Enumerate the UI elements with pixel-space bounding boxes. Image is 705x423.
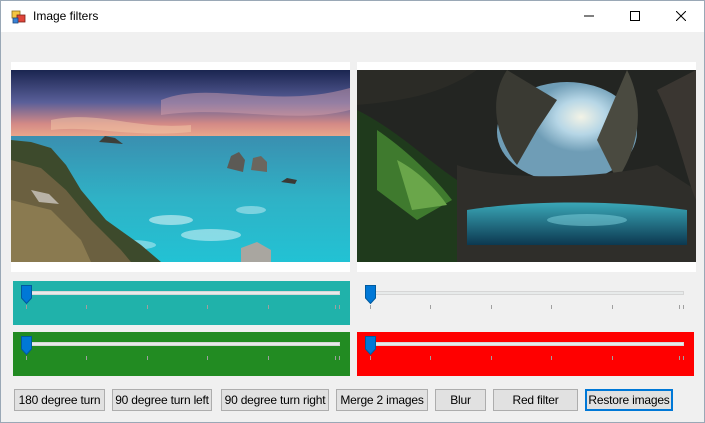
plain-slider[interactable] — [365, 285, 690, 319]
maximize-button[interactable] — [612, 1, 658, 31]
slider-thumb[interactable] — [365, 336, 376, 355]
red-slider[interactable] — [365, 336, 690, 370]
plain-slider-panel — [357, 281, 694, 325]
restore-images-button[interactable]: Restore images — [585, 389, 673, 411]
picture-box-left — [11, 62, 350, 272]
green-slider[interactable] — [21, 336, 346, 370]
red-slider-panel — [357, 332, 694, 376]
slider-ticks — [365, 305, 690, 311]
maximize-icon — [630, 11, 640, 21]
merge-button[interactable]: Merge 2 images — [336, 389, 428, 411]
slider-ticks — [21, 305, 346, 311]
window-title: Image filters — [33, 9, 99, 23]
teal-slider-panel — [13, 281, 350, 325]
app-icon — [11, 9, 27, 25]
blur-button[interactable]: Blur — [435, 389, 486, 411]
app-window: Image filters 180 degree turn 90 degree … — [0, 0, 705, 423]
close-icon — [676, 11, 686, 21]
slider-track — [27, 342, 340, 346]
sea-cave-image — [357, 70, 696, 262]
picture-box-right — [357, 62, 696, 272]
slider-ticks — [21, 356, 346, 362]
green-slider-panel — [13, 332, 350, 376]
slider-track — [371, 342, 684, 346]
coastal-sea-image — [11, 70, 350, 262]
turn-left-button[interactable]: 90 degree turn left — [112, 389, 212, 411]
slider-thumb[interactable] — [21, 285, 32, 304]
slider-thumb[interactable] — [21, 336, 32, 355]
minimize-button[interactable] — [566, 1, 612, 31]
title-bar[interactable]: Image filters — [1, 1, 704, 32]
slider-track — [27, 291, 340, 295]
turn-right-button[interactable]: 90 degree turn right — [221, 389, 329, 411]
minimize-icon — [584, 15, 594, 17]
slider-ticks — [365, 356, 690, 362]
teal-slider[interactable] — [21, 285, 346, 319]
red-filter-button[interactable]: Red filter — [493, 389, 578, 411]
slider-track — [371, 291, 684, 295]
turn-180-button[interactable]: 180 degree turn — [14, 389, 105, 411]
close-button[interactable] — [658, 1, 704, 31]
slider-thumb[interactable] — [365, 285, 376, 304]
